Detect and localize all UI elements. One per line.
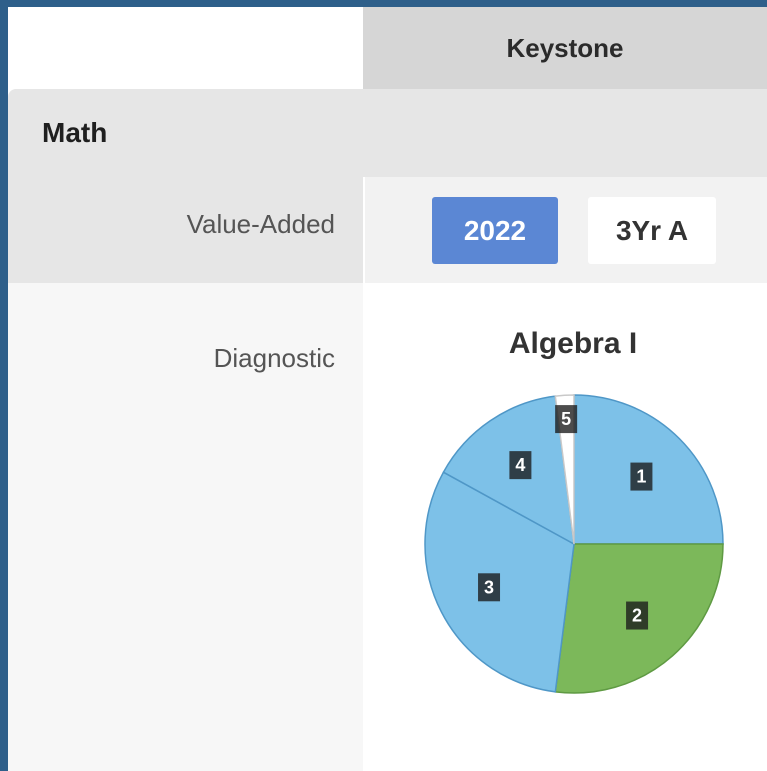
svg-text:1: 1 xyxy=(636,467,646,487)
diagnostic-label-cell: Diagnostic xyxy=(8,283,363,771)
value-added-label-cell: Value-Added xyxy=(8,177,363,283)
slice-label-1: 1 xyxy=(630,462,653,491)
diagnostic-chart-cell: Algebra I 12345 xyxy=(365,283,767,771)
column-header-keystone: Keystone xyxy=(363,7,767,89)
svg-text:4: 4 xyxy=(515,455,525,475)
pie-chart: 1 2 3 4 5 xyxy=(424,394,724,694)
subject-title: Math xyxy=(42,117,108,148)
diagnostic-label: Diagnostic xyxy=(213,343,335,373)
slice-label-4: 4 xyxy=(509,451,532,480)
subject-row: Math xyxy=(8,89,767,177)
svg-text:3: 3 xyxy=(484,577,494,597)
value-added-cell: 2022 3Yr A xyxy=(365,177,767,283)
report-panel: Keystone Math Value-Added 2022 3Yr A Dia… xyxy=(8,7,767,771)
year-2022-button[interactable]: 2022 xyxy=(432,197,558,264)
slice-label-5: 5 xyxy=(555,405,578,434)
header-blank-cell xyxy=(8,7,363,89)
value-added-label: Value-Added xyxy=(186,209,335,239)
svg-text:5: 5 xyxy=(561,409,571,429)
svg-text:2: 2 xyxy=(632,606,642,626)
three-year-average-button[interactable]: 3Yr A xyxy=(588,197,716,264)
slice-label-3: 3 xyxy=(478,573,501,602)
slice-label-2: 2 xyxy=(626,601,649,630)
